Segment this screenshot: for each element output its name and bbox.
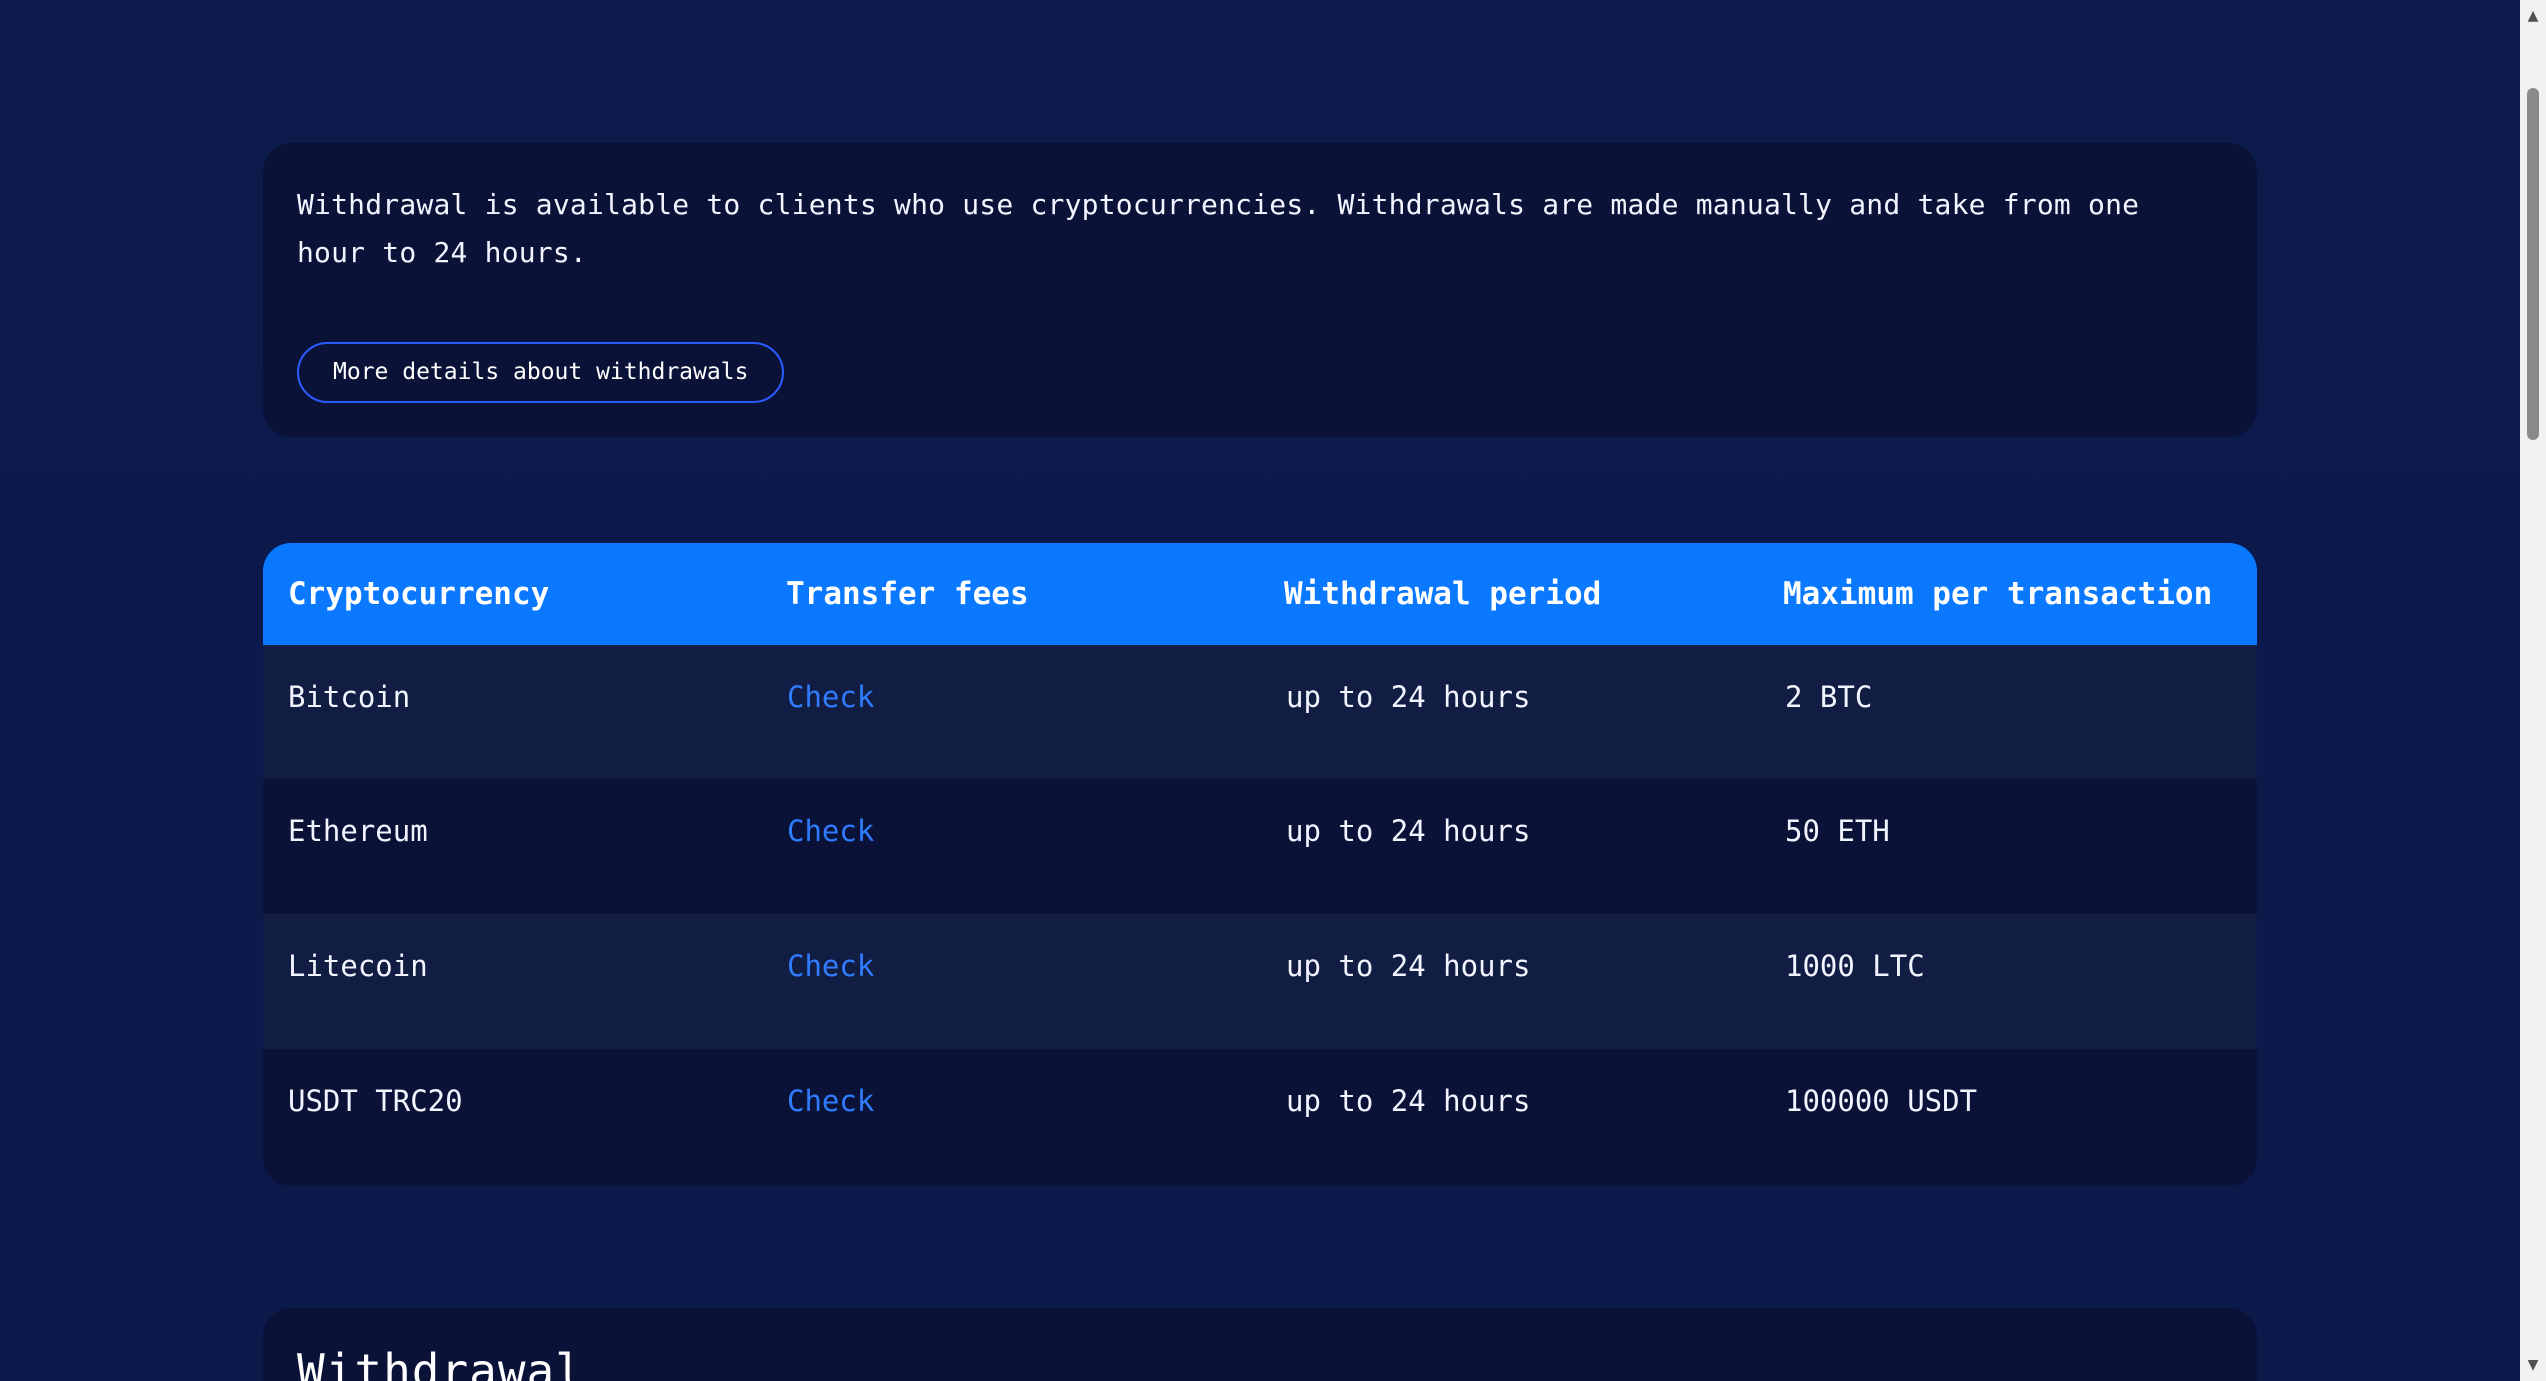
cell-currency: Litecoin (288, 949, 428, 983)
header-withdrawal-period: Withdrawal period (1284, 576, 1602, 612)
cell-max: 2 BTC (1785, 680, 1873, 714)
cell-max: 100000 USDT (1785, 1084, 1978, 1118)
cell-period: up to 24 hours (1286, 949, 1531, 983)
cell-currency: USDT TRC20 (288, 1084, 463, 1118)
header-transfer-fees: Transfer fees (786, 576, 1029, 612)
withdrawal-info-text: Withdrawal is available to clients who u… (297, 188, 2140, 269)
page: Withdrawal is available to clients who u… (0, 0, 2520, 1381)
check-fees-link[interactable]: Check (787, 914, 874, 1019)
vertical-scrollbar[interactable]: ▲ ▼ (2520, 0, 2546, 1381)
table-header: Cryptocurrency Transfer fees Withdrawal … (263, 543, 2257, 645)
cell-period: up to 24 hours (1286, 1084, 1531, 1118)
cell-currency: Bitcoin (288, 680, 411, 714)
table-row: Bitcoin Check up to 24 hours 2 BTC (263, 645, 2257, 780)
withdrawal-section-card: Withdrawal (263, 1308, 2257, 1381)
cell-currency: Ethereum (288, 814, 428, 848)
check-fees-link[interactable]: Check (787, 1049, 874, 1154)
withdrawal-table: Cryptocurrency Transfer fees Withdrawal … (263, 543, 2257, 1186)
header-maximum-per-transaction: Maximum per transaction (1783, 576, 2213, 612)
scrollbar-thumb[interactable] (2527, 88, 2539, 440)
header-cryptocurrency: Cryptocurrency (288, 576, 550, 612)
withdrawal-info-card: Withdrawal is available to clients who u… (263, 143, 2257, 437)
cell-period: up to 24 hours (1286, 680, 1531, 714)
cell-period: up to 24 hours (1286, 814, 1531, 848)
table-row: Litecoin Check up to 24 hours 1000 LTC (263, 914, 2257, 1049)
cell-max: 50 ETH (1785, 814, 1890, 848)
table-row: USDT TRC20 Check up to 24 hours 100000 U… (263, 1049, 2257, 1184)
cell-max: 1000 LTC (1785, 949, 1925, 983)
check-fees-link[interactable]: Check (787, 779, 874, 884)
table-row: Ethereum Check up to 24 hours 50 ETH (263, 779, 2257, 914)
more-details-button[interactable]: More details about withdrawals (297, 342, 785, 403)
triangle-up-icon[interactable]: ▲ (2520, 4, 2546, 28)
section-title: Withdrawal (297, 1344, 584, 1381)
check-fees-link[interactable]: Check (787, 645, 874, 750)
triangle-down-icon[interactable]: ▼ (2520, 1353, 2546, 1377)
